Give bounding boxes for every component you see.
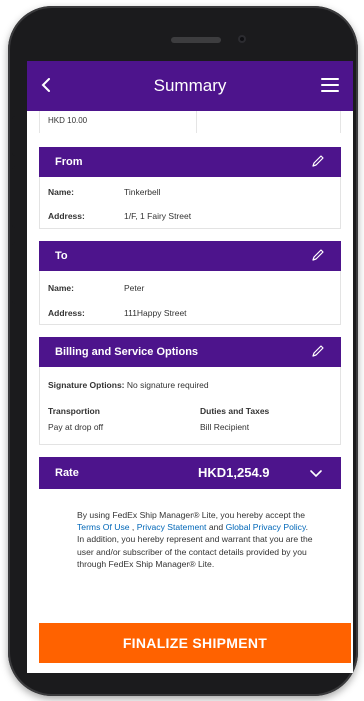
chevron-down-icon[interactable]	[309, 466, 323, 480]
transportation-label: Transportion	[48, 406, 100, 416]
terms-text: By using FedEx Ship Manager® Lite, you h…	[77, 509, 313, 570]
to-section-header: To	[39, 241, 341, 271]
edit-from-pencil-icon[interactable]	[311, 154, 325, 168]
billing-heading: Billing and Service Options	[55, 346, 199, 358]
global-privacy-policy-link[interactable]: Global Privacy Policy	[226, 522, 306, 532]
phone-camera	[238, 35, 246, 43]
page-title: Summary	[153, 76, 227, 95]
duties-label: Duties and Taxes	[200, 406, 270, 416]
transportation-value: Pay at drop off	[48, 422, 104, 432]
from-section-header: From	[39, 147, 341, 177]
terms-text-part: and	[206, 522, 226, 533]
rate-bar[interactable]: Rate HKD1,254.9	[39, 457, 341, 489]
from-address-row: Address: 1/F, 1 Fairy Street	[48, 211, 332, 223]
phone-volume-up-button	[12, 166, 18, 228]
transportation-column: Transportion Pay at drop off	[48, 406, 103, 432]
from-name-row: Name: Tinkerbell	[48, 187, 332, 199]
terms-of-use-link[interactable]: Terms Of Use	[77, 522, 130, 532]
to-section-body: Name: Peter Address: 111Happy Street	[39, 271, 341, 325]
phone-frame: Summary HKD 10.00 From Name: Tinkerbell …	[8, 6, 358, 696]
finalize-shipment-button[interactable]: FINALIZE SHIPMENT	[39, 623, 351, 663]
signature-value: No signature required	[126, 380, 209, 390]
hamburger-menu-icon[interactable]	[321, 78, 339, 92]
previous-value: HKD 10.00	[48, 116, 88, 125]
signature-option-line: Signature Options: No signature required	[48, 380, 209, 390]
terms-text-part: ,	[129, 522, 137, 533]
from-address-value: 1/F, 1 Fairy Street	[124, 211, 192, 221]
from-name-value: Tinkerbell	[124, 187, 161, 197]
duties-column: Duties and Taxes Bill Recipient	[200, 406, 269, 432]
rate-amount: HKD1,254.9	[198, 465, 270, 480]
phone-side-button	[12, 116, 18, 156]
phone-speaker	[171, 37, 221, 43]
edit-to-pencil-icon[interactable]	[311, 248, 325, 262]
privacy-statement-link[interactable]: Privacy Statement	[137, 522, 207, 532]
to-address-label: Address:	[48, 308, 85, 318]
to-name-row: Name: Peter	[48, 283, 332, 295]
billing-section-header: Billing and Service Options	[39, 337, 341, 367]
rate-label: Rate	[55, 467, 79, 479]
to-address-value: 111Happy Street	[124, 308, 187, 318]
edit-billing-pencil-icon[interactable]	[311, 344, 325, 358]
previous-section-partial: HKD 10.00	[39, 111, 341, 133]
billing-section-body: Signature Options: No signature required…	[39, 367, 341, 445]
from-address-label: Address:	[48, 211, 85, 221]
app-header: Summary	[27, 61, 353, 111]
duties-value: Bill Recipient	[200, 422, 250, 432]
from-heading: From	[55, 156, 83, 168]
divider	[196, 111, 197, 133]
to-heading: To	[55, 250, 68, 262]
terms-text-part: By using FedEx Ship Manager® Lite, you h…	[77, 510, 305, 520]
to-name-value: Peter	[124, 283, 145, 293]
phone-volume-down-button	[12, 242, 18, 304]
signature-label: Signature Options:	[48, 380, 125, 390]
app-screen: Summary HKD 10.00 From Name: Tinkerbell …	[27, 61, 353, 673]
to-name-label: Name:	[48, 283, 74, 293]
from-name-label: Name:	[48, 187, 74, 197]
from-section-body: Name: Tinkerbell Address: 1/F, 1 Fairy S…	[39, 177, 341, 229]
to-address-row: Address: 111Happy Street	[48, 308, 332, 320]
